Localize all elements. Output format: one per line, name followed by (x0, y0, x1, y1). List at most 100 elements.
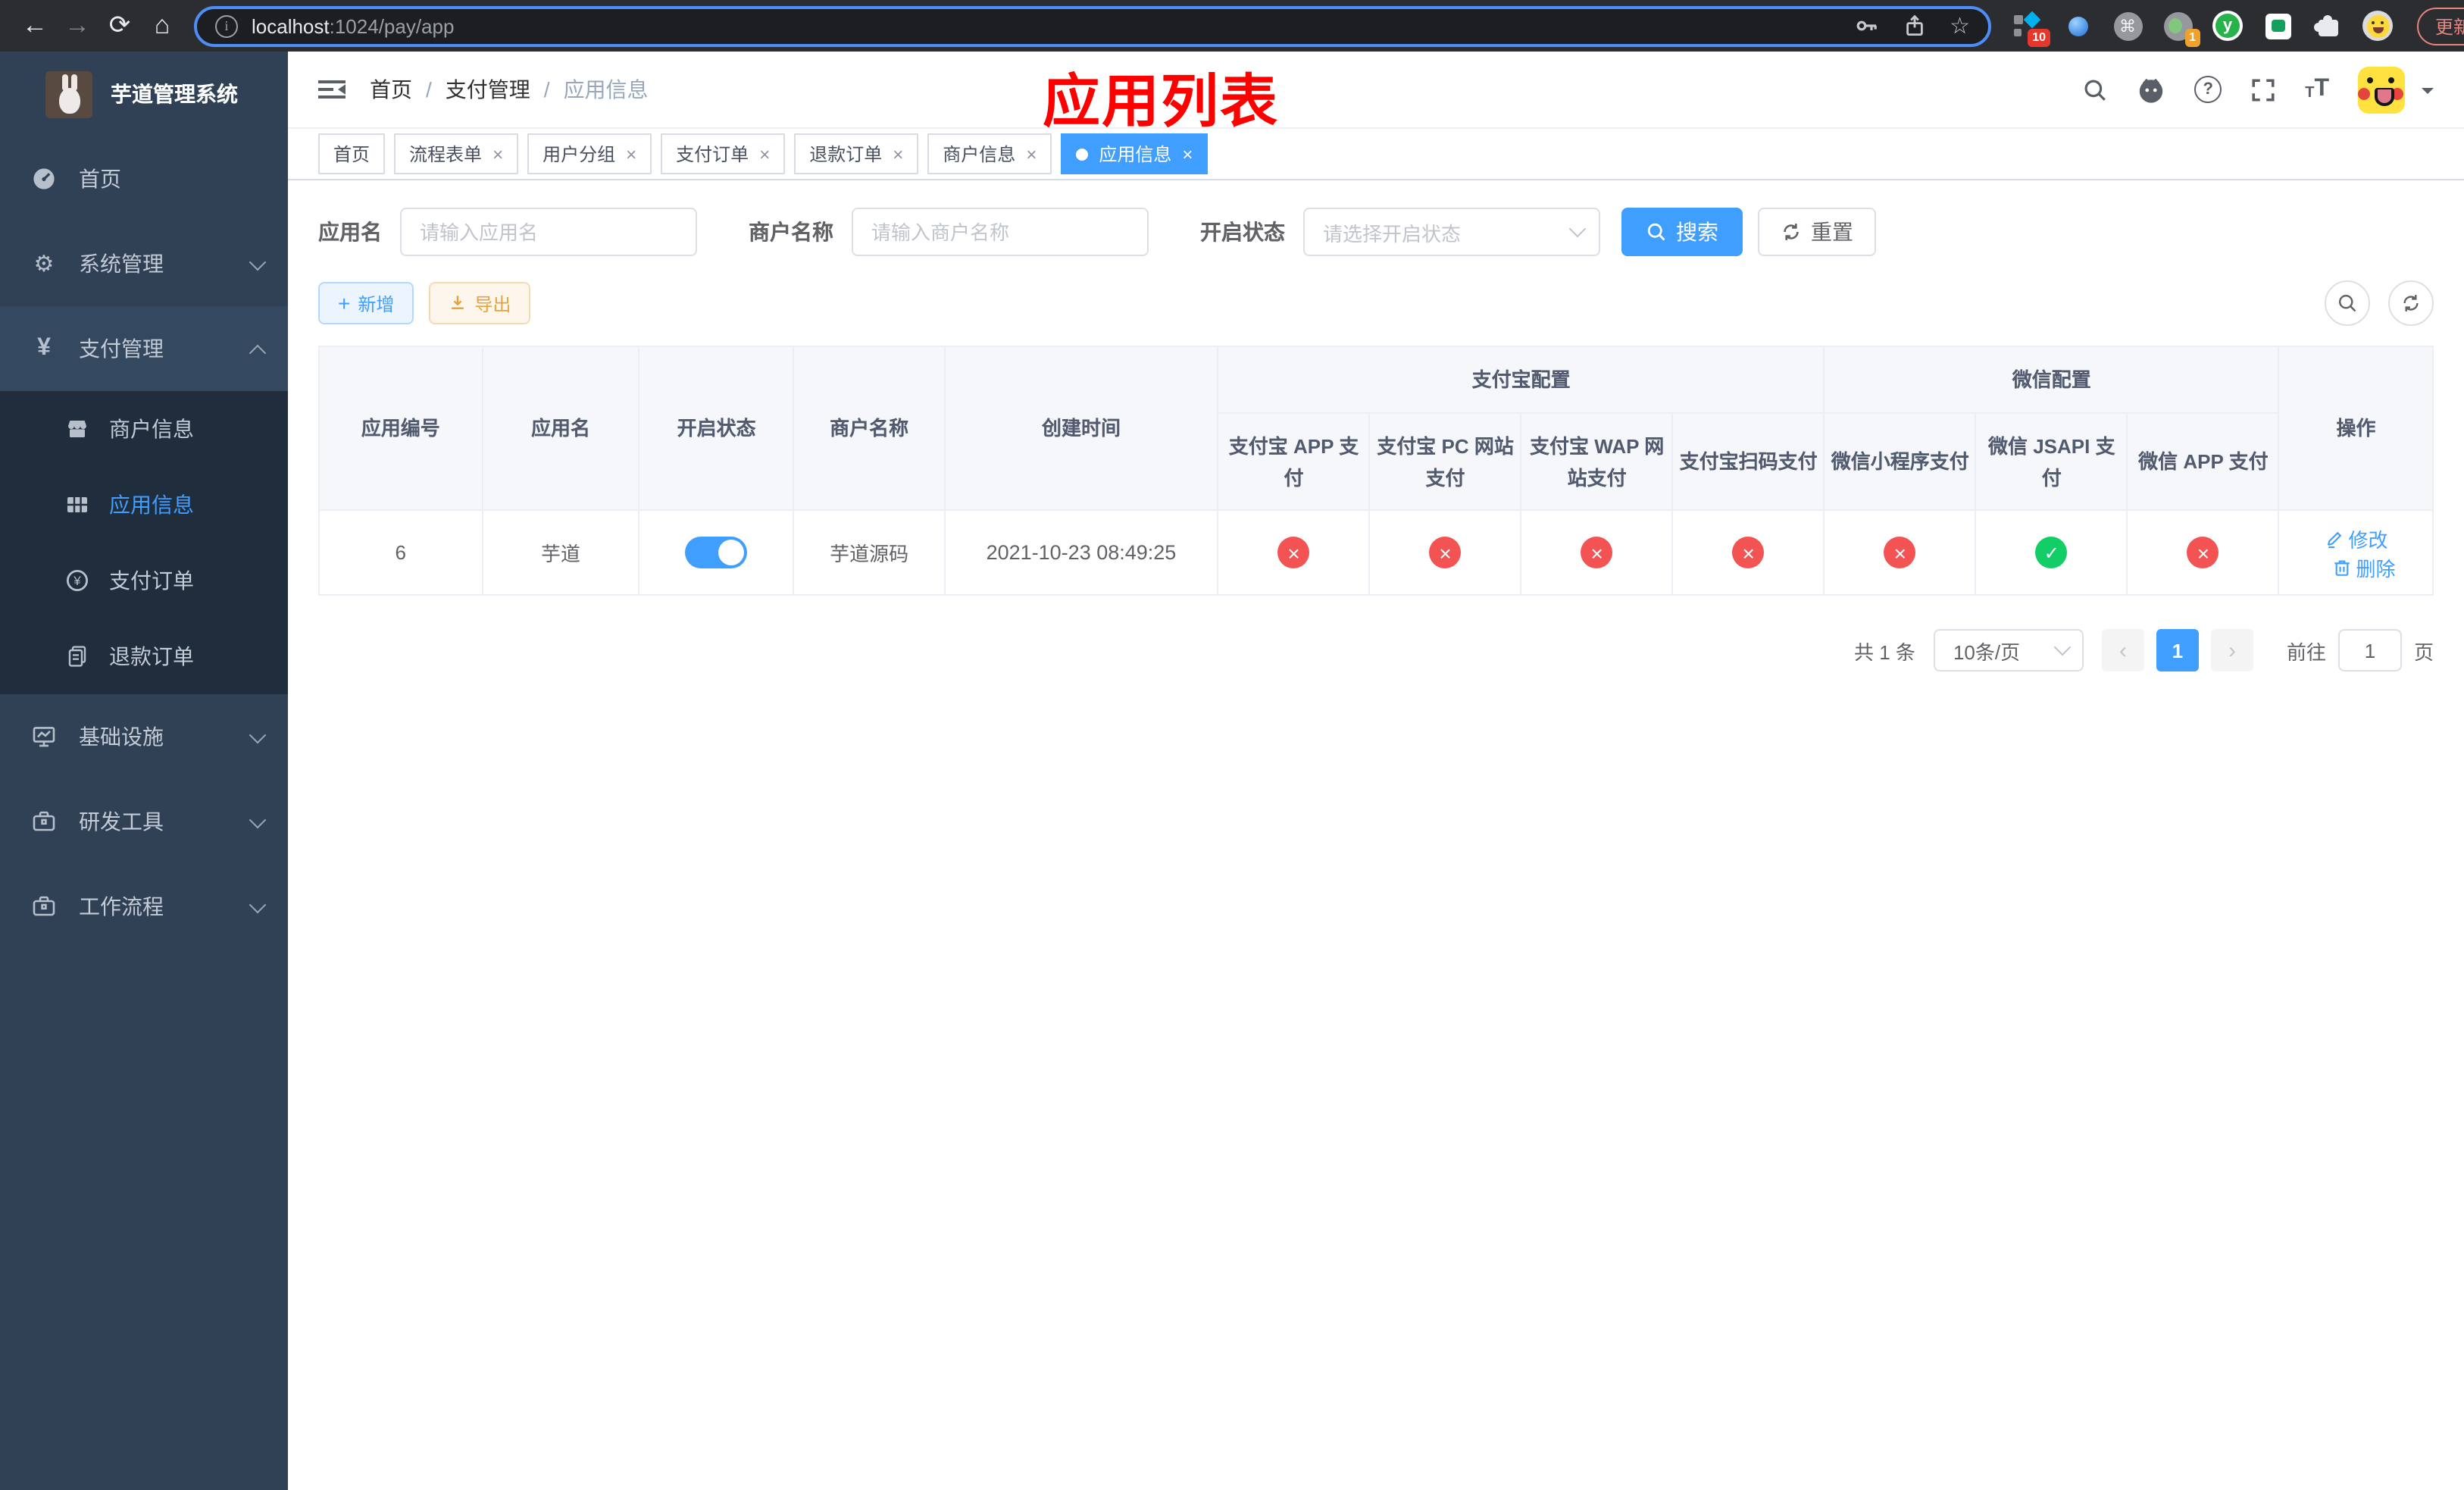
avatar-caret-icon[interactable] (2422, 88, 2434, 100)
page-content: 应用名 商户名称 开启状态 请选择开启状态 搜索 (288, 180, 2464, 1490)
wx-jsapi-status-icon (2035, 537, 2068, 568)
close-icon[interactable]: × (893, 145, 903, 163)
key-icon[interactable] (1854, 14, 1878, 38)
help-icon[interactable]: ? (2194, 76, 2222, 103)
sidebar-item-label: 商户信息 (109, 417, 194, 441)
status-select[interactable]: 请选择开启状态 (1303, 208, 1600, 256)
tab-app-info[interactable]: 应用信息 × (1061, 133, 1209, 174)
sidebar-item-system[interactable]: ⚙ 系统管理 (0, 221, 288, 306)
app-name-label: 应用名 (318, 220, 382, 244)
balloon-extension-icon[interactable] (2062, 11, 2093, 41)
yen-icon: ¥ (37, 335, 51, 361)
breadcrumb-home[interactable]: 首页 (370, 74, 412, 105)
page-size-select[interactable]: 10条/页 (1933, 629, 2084, 671)
add-button[interactable]: + 新增 (318, 282, 414, 324)
col-alipay-qr: 支付宝扫码支付 (1671, 412, 1825, 511)
close-icon[interactable]: × (1182, 145, 1193, 163)
bookmark-star-icon[interactable]: ☆ (1950, 12, 1970, 39)
sidebar-item-label: 工作流程 (79, 894, 164, 919)
export-button[interactable]: 导出 (429, 282, 531, 324)
address-bar[interactable]: i localhost :1024/pay/app ☆ (194, 5, 1991, 46)
sidebar-item-app-info[interactable]: 应用信息 (0, 467, 288, 543)
sidebar-item-label: 基础设施 (79, 725, 164, 749)
search-button[interactable]: 搜索 (1621, 208, 1743, 256)
y-extension-icon[interactable]: y (2212, 11, 2243, 41)
tab-merchant-info[interactable]: 商户信息 × (927, 133, 1052, 174)
sidebar-collapse-icon[interactable] (318, 77, 346, 102)
shop-icon (64, 417, 91, 441)
sidebar-item-label: 首页 (79, 167, 121, 191)
share-icon[interactable] (1903, 14, 1925, 38)
cell-actions: 修改 删除 (2278, 509, 2434, 596)
sidebar-item-dev-tools[interactable]: 研发工具 (0, 779, 288, 864)
browser-reload-button[interactable]: ⟳ (100, 6, 139, 45)
toggle-search-button[interactable] (2325, 280, 2370, 326)
tab-pay-order[interactable]: 支付订单 × (661, 133, 786, 174)
sidebar-item-pay-order[interactable]: ¥ 支付订单 (0, 543, 288, 618)
col-wx-lite: 微信小程序支付 (1823, 412, 1977, 511)
page-info-icon[interactable]: i (215, 14, 238, 37)
wx-lite-status-icon (1884, 537, 1916, 568)
sidebar-item-label: 支付管理 (79, 337, 164, 361)
app-name-input[interactable] (400, 208, 697, 256)
page-annotation: 应用列表 (1043, 71, 1280, 135)
edit-link[interactable]: 修改 (2324, 524, 2387, 552)
close-icon[interactable]: × (626, 145, 636, 163)
prev-page-button[interactable]: ‹ (2101, 629, 2144, 671)
profile-smiley-icon[interactable] (2362, 11, 2393, 41)
sidebar-item-infrastructure[interactable]: 基础设施 (0, 694, 288, 779)
fullscreen-icon[interactable] (2250, 77, 2276, 102)
sidebar-item-merchant-info[interactable]: 商户信息 (0, 391, 288, 467)
reset-button[interactable]: 重置 (1758, 208, 1876, 256)
close-icon[interactable]: × (1026, 145, 1037, 163)
col-alipay-pc: 支付宝 PC 网站支付 (1368, 412, 1522, 511)
extensions-puzzle-icon[interactable] (2312, 11, 2343, 41)
briefcase-icon (30, 809, 58, 834)
sidebar-item-workflow[interactable]: 工作流程 (0, 864, 288, 949)
tags-view-bar: 首页 流程表单 × 用户分组 × 支付订单 × 退款订单 × 商户信息 × 应用… (288, 127, 2464, 180)
col-alipay-wap: 支付宝 WAP 网站支付 (1520, 412, 1674, 511)
delete-link[interactable]: 删除 (2331, 552, 2395, 581)
browser-chrome: ← → ⟳ ⌂ i localhost :1024/pay/app ☆ 10 ⌘… (0, 0, 2464, 52)
chevron-up-icon (249, 343, 267, 362)
status-toggle[interactable] (685, 537, 748, 568)
col-created: 创建时间 (943, 346, 1219, 511)
screen: ← → ⟳ ⌂ i localhost :1024/pay/app ☆ 10 ⌘… (0, 0, 2464, 1490)
recorder-extension-icon[interactable]: 1 (2162, 11, 2200, 47)
tab-user-group[interactable]: 用户分组 × (527, 133, 652, 174)
github-icon[interactable] (2137, 75, 2165, 104)
chevron-down-icon (2053, 638, 2072, 656)
status-label: 开启状态 (1200, 220, 1285, 244)
refresh-button[interactable] (2388, 280, 2434, 326)
next-page-button[interactable]: › (2210, 629, 2253, 671)
wx-app-status-icon (2187, 537, 2219, 568)
blocks-extension-icon[interactable]: 10 (2012, 11, 2050, 47)
breadcrumb-payment[interactable]: 支付管理 (446, 74, 530, 105)
merchant-name-input[interactable] (852, 208, 1149, 256)
browser-home-button[interactable]: ⌂ (142, 6, 182, 45)
command-extension-icon[interactable]: ⌘ (2112, 11, 2143, 41)
browser-back-button[interactable]: ← (15, 6, 55, 45)
close-icon[interactable]: × (492, 145, 503, 163)
chrome-update-button[interactable]: 更新 (2417, 7, 2464, 45)
url-path: :1024/pay/app (329, 14, 455, 37)
current-page[interactable]: 1 (2156, 629, 2199, 671)
user-avatar[interactable] (2358, 66, 2405, 113)
sidebar-item-refund-order[interactable]: 退款订单 (0, 618, 288, 694)
app-logo: 芋道管理系统 (0, 52, 288, 136)
cell-merchant: 芋道源码 (793, 509, 946, 596)
search-icon[interactable] (2082, 77, 2108, 102)
sidebar-item-payment[interactable]: ¥ 支付管理 (0, 306, 288, 391)
tab-refund-order[interactable]: 退款订单 × (794, 133, 919, 174)
alipay-app-status-icon (1277, 537, 1310, 568)
sidebar-item-home[interactable]: 首页 (0, 136, 288, 221)
browser-forward-button[interactable]: → (58, 6, 97, 45)
alipay-qr-status-icon (1732, 537, 1765, 568)
goto-page-input[interactable] (2337, 629, 2402, 671)
tab-process-form[interactable]: 流程表单 × (394, 133, 519, 174)
close-icon[interactable]: × (759, 145, 770, 163)
tab-home[interactable]: 首页 (318, 133, 386, 174)
breadcrumb: 首页 / 支付管理 / 应用信息 (370, 74, 649, 105)
font-size-icon[interactable]: TT (2305, 77, 2329, 102)
chat-extension-icon[interactable] (2262, 11, 2293, 41)
